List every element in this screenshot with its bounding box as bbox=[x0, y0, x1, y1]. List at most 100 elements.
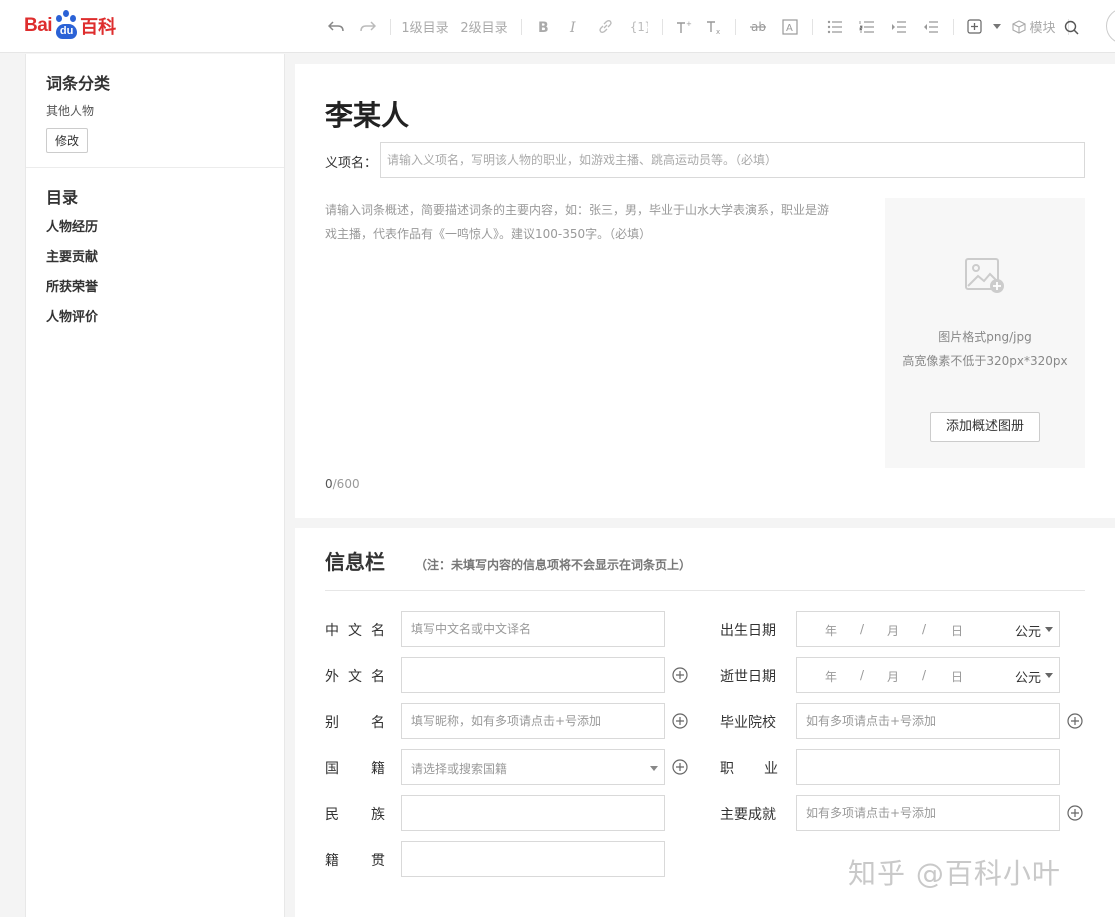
achievement-input[interactable] bbox=[796, 795, 1060, 831]
char-count-max: /600 bbox=[332, 477, 360, 491]
add-album-button[interactable]: 添加概述图册 bbox=[930, 412, 1040, 442]
left-sidebar: 词条分类 其他人物 修改 目录 人物经历 主要贡献 所获荣誉 人物评价 bbox=[25, 54, 285, 917]
image-placeholder-icon bbox=[965, 256, 1007, 300]
infobox-title: 信息栏 bbox=[325, 550, 385, 574]
toc-item-career[interactable]: 人物经历 bbox=[46, 220, 264, 250]
superscript-icon[interactable]: + bbox=[669, 0, 699, 53]
birth-year[interactable]: 年 bbox=[825, 622, 837, 639]
summary-image-uploader[interactable]: 图片格式png/jpg 高宽像素不低于320px*320px 添加概述图册 bbox=[885, 198, 1085, 468]
watermark-text: 知乎 @百科小叶 bbox=[848, 857, 1061, 890]
logo-du-text: du bbox=[56, 24, 78, 39]
achievement-label: 主要成就 bbox=[720, 807, 776, 823]
outdent-icon[interactable] bbox=[915, 0, 947, 53]
death-year[interactable]: 年 bbox=[825, 668, 837, 685]
svg-text:I: I bbox=[569, 20, 576, 34]
birth-month[interactable]: 月 bbox=[887, 622, 899, 639]
char-counter: 0/600 bbox=[325, 477, 360, 491]
indent-icon[interactable] bbox=[883, 0, 915, 53]
death-month[interactable]: 月 bbox=[887, 668, 899, 685]
reference-icon[interactable]: {1} bbox=[622, 0, 656, 53]
italic-icon[interactable]: I bbox=[558, 0, 588, 53]
death-date-picker[interactable]: 年 / 月 / 日 公元 bbox=[796, 657, 1060, 693]
entry-title[interactable]: 李某人 bbox=[325, 94, 409, 134]
link-icon[interactable] bbox=[588, 0, 622, 53]
redo-icon[interactable] bbox=[352, 0, 384, 53]
svg-text:{1}: {1} bbox=[630, 20, 648, 34]
subscript-icon[interactable]: x bbox=[699, 0, 729, 53]
insert-plus-icon[interactable] bbox=[960, 0, 988, 53]
module-button[interactable]: 模块 bbox=[1006, 0, 1062, 53]
foreign-name-input[interactable] bbox=[401, 657, 665, 693]
foreign-name-label: 外文名 bbox=[325, 669, 385, 685]
alias-input[interactable] bbox=[401, 703, 665, 739]
add-foreign-name-icon[interactable] bbox=[672, 667, 688, 683]
undo-icon[interactable] bbox=[320, 0, 352, 53]
toolbar-divider bbox=[953, 18, 954, 35]
birth-date-label: 出生日期 bbox=[720, 623, 776, 639]
category-title: 词条分类 bbox=[46, 74, 111, 93]
module-label: 模块 bbox=[1029, 21, 1056, 36]
ethnicity-input[interactable] bbox=[401, 795, 665, 831]
death-day[interactable]: 日 bbox=[951, 668, 963, 685]
toolbar-divider bbox=[390, 18, 391, 35]
date-separator: / bbox=[860, 622, 865, 636]
heading1-button[interactable]: 1级目录 bbox=[397, 0, 453, 53]
text-box-icon[interactable]: A bbox=[774, 0, 806, 53]
add-alias-icon[interactable] bbox=[672, 713, 688, 729]
toc-item-contributions[interactable]: 主要贡献 bbox=[46, 250, 264, 280]
chinese-name-input[interactable] bbox=[401, 611, 665, 647]
school-label: 毕业院校 bbox=[720, 715, 776, 731]
infobox-divider bbox=[325, 590, 1085, 591]
bullet-list-icon[interactable] bbox=[819, 0, 851, 53]
native-place-input[interactable] bbox=[401, 841, 665, 877]
image-size-hint: 高宽像素不低于320px*320px bbox=[902, 354, 1068, 368]
logo-paw-icon: du bbox=[53, 9, 79, 43]
date-separator: / bbox=[860, 668, 865, 682]
summary-editor[interactable]: 请输入词条概述，简要描述词条的主要内容，如：张三，男，毕业于山水大学表演系，职业… bbox=[325, 198, 860, 246]
chevron-down-icon bbox=[1045, 673, 1053, 678]
toolbar-divider bbox=[812, 18, 813, 35]
school-input[interactable] bbox=[796, 703, 1060, 739]
svg-text:x: x bbox=[716, 28, 720, 34]
toc-item-evaluation[interactable]: 人物评价 bbox=[46, 310, 264, 340]
nationality-label: 国籍 bbox=[325, 761, 385, 777]
format-toolbar: 1级目录 2级目录 B I {1} + x ab A bbox=[320, 0, 1075, 53]
svg-text:+: + bbox=[686, 20, 692, 28]
chevron-down-icon bbox=[1045, 627, 1053, 632]
strikethrough-icon[interactable]: ab bbox=[742, 0, 774, 53]
add-achievement-icon[interactable] bbox=[1067, 805, 1083, 821]
heading2-button[interactable]: 2级目录 bbox=[453, 0, 515, 53]
add-school-icon[interactable] bbox=[1067, 713, 1083, 729]
svg-text:A: A bbox=[786, 23, 793, 34]
category-value: 其他人物 bbox=[46, 104, 95, 118]
toolbar-divider bbox=[662, 18, 663, 35]
toc-item-honors[interactable]: 所获荣誉 bbox=[46, 280, 264, 310]
summary-card: 李某人 义项名： 请输入词条概述，简要描述词条的主要内容，如：张三，男，毕业于山… bbox=[295, 64, 1115, 518]
infobox-note: （注：未填写内容的信息项将不会显示在词条页上） bbox=[415, 558, 692, 572]
bold-icon[interactable]: B bbox=[528, 0, 558, 53]
meaning-label: 义项名： bbox=[325, 156, 378, 171]
birth-era-select[interactable]: 公元 bbox=[1015, 621, 1041, 640]
birth-date-picker[interactable]: 年 / 月 / 日 公元 bbox=[796, 611, 1060, 647]
add-nationality-icon[interactable] bbox=[672, 759, 688, 775]
logo-baike-text: 百科 bbox=[80, 17, 117, 38]
table-of-contents: 目录 人物经历 主要贡献 所获荣誉 人物评价 bbox=[26, 168, 284, 356]
numbered-list-icon[interactable] bbox=[851, 0, 883, 53]
meaning-input[interactable] bbox=[380, 142, 1085, 178]
svg-text:B: B bbox=[538, 20, 549, 34]
toolbar-divider bbox=[735, 18, 736, 35]
birth-day[interactable]: 日 bbox=[951, 622, 963, 639]
insert-dropdown-icon[interactable] bbox=[988, 0, 1006, 53]
occupation-input[interactable] bbox=[796, 749, 1060, 785]
search-icon[interactable] bbox=[1058, 14, 1084, 40]
nationality-select[interactable]: 请选择或搜索国籍 bbox=[401, 749, 665, 785]
native-place-label: 籍贯 bbox=[325, 853, 385, 869]
editor-toolbar: Bai du 百科 1级目录 2级目录 B I {1} bbox=[0, 0, 1115, 53]
edit-category-button[interactable]: 修改 bbox=[46, 128, 89, 153]
logo-bai-text: Bai bbox=[24, 15, 53, 36]
baidu-baike-logo[interactable]: Bai du 百科 bbox=[24, 9, 116, 43]
death-era-select[interactable]: 公元 bbox=[1015, 667, 1041, 686]
category-panel: 词条分类 其他人物 修改 bbox=[26, 54, 284, 168]
death-date-label: 逝世日期 bbox=[720, 669, 776, 685]
avatar[interactable] bbox=[1106, 8, 1115, 44]
